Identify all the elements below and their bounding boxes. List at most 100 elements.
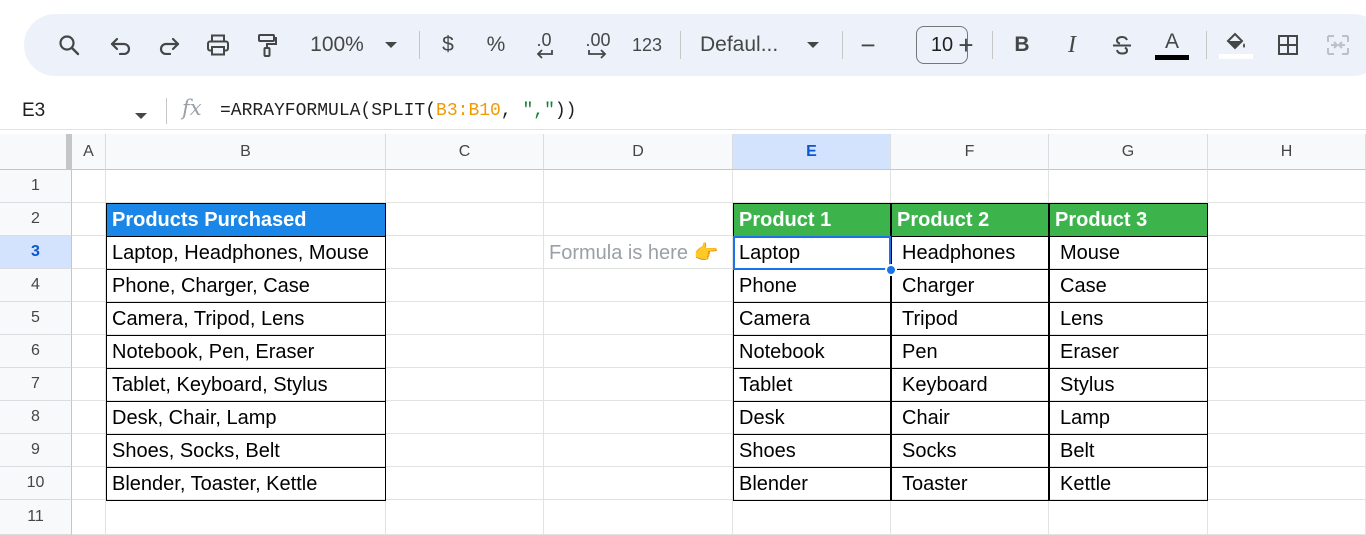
cell-d3-note[interactable]: Formula is here 👉 bbox=[544, 236, 733, 269]
grid-cell-a7[interactable] bbox=[72, 368, 106, 401]
paint-format-icon[interactable] bbox=[250, 14, 284, 76]
grid-cell-d8[interactable] bbox=[544, 401, 733, 434]
grid-cell-c2[interactable] bbox=[386, 203, 544, 236]
name-box[interactable]: E3 bbox=[22, 92, 45, 130]
cell-e9[interactable]: Shoes bbox=[733, 434, 891, 468]
row-header-1[interactable]: 1 bbox=[0, 170, 72, 203]
grid-cell-c1[interactable] bbox=[386, 170, 544, 203]
merge-cells-icon[interactable] bbox=[1322, 14, 1354, 76]
fill-color-icon[interactable] bbox=[1218, 14, 1254, 76]
cell-e5[interactable]: Camera bbox=[733, 302, 891, 336]
cell-g7[interactable]: Stylus bbox=[1049, 368, 1208, 402]
increase-decimal-button[interactable]: .00 bbox=[576, 14, 620, 76]
font-dropdown-icon[interactable] bbox=[802, 14, 824, 76]
grid-cell-a5[interactable] bbox=[72, 302, 106, 335]
name-box-dropdown-icon[interactable] bbox=[134, 107, 148, 125]
cell-f3[interactable]: Headphones bbox=[891, 236, 1049, 270]
cell-f6[interactable]: Pen bbox=[891, 335, 1049, 369]
row-header-8[interactable]: 8 bbox=[0, 401, 72, 434]
grid-cell-a10[interactable] bbox=[72, 467, 106, 500]
cell-e4[interactable]: Phone bbox=[733, 269, 891, 303]
cell-e10[interactable]: Blender bbox=[733, 467, 891, 501]
grid-cell-d11[interactable] bbox=[544, 500, 733, 535]
column-header-g[interactable]: G bbox=[1049, 134, 1208, 170]
grid-cell-f1[interactable] bbox=[891, 170, 1049, 203]
grid-cell-h8[interactable] bbox=[1208, 401, 1366, 434]
cell-g9[interactable]: Belt bbox=[1049, 434, 1208, 468]
grid-cell-d10[interactable] bbox=[544, 467, 733, 500]
row-header-3[interactable]: 3 bbox=[0, 236, 72, 269]
percent-format-button[interactable]: % bbox=[482, 14, 510, 76]
row-header-6[interactable]: 6 bbox=[0, 335, 72, 368]
fill-handle[interactable] bbox=[885, 264, 897, 276]
cell-g6[interactable]: Eraser bbox=[1049, 335, 1208, 369]
grid-cell-h2[interactable] bbox=[1208, 203, 1366, 236]
cell-f10[interactable]: Toaster bbox=[891, 467, 1049, 501]
cell-g5[interactable]: Lens bbox=[1049, 302, 1208, 336]
cell-b2[interactable]: Products Purchased bbox=[106, 203, 386, 237]
cell-f7[interactable]: Keyboard bbox=[891, 368, 1049, 402]
cell-f4[interactable]: Charger bbox=[891, 269, 1049, 303]
select-all-corner[interactable] bbox=[0, 134, 72, 170]
decrease-font-size-button[interactable]: − bbox=[854, 14, 882, 76]
cell-f2[interactable]: Product 2 bbox=[891, 203, 1049, 237]
grid-cell-a8[interactable] bbox=[72, 401, 106, 434]
grid-cell-d1[interactable] bbox=[544, 170, 733, 203]
borders-icon[interactable] bbox=[1272, 14, 1304, 76]
grid-cell-c3[interactable] bbox=[386, 236, 544, 269]
grid-cell-g11[interactable] bbox=[1049, 500, 1208, 535]
undo-icon[interactable] bbox=[104, 14, 138, 76]
italic-button[interactable]: I bbox=[1058, 14, 1086, 76]
grid-cell-a1[interactable] bbox=[72, 170, 106, 203]
column-header-a[interactable]: A bbox=[72, 134, 106, 170]
text-color-button[interactable]: A bbox=[1154, 14, 1190, 76]
grid-cell-d6[interactable] bbox=[544, 335, 733, 368]
grid-cell-c9[interactable] bbox=[386, 434, 544, 467]
grid-cell-b1[interactable] bbox=[106, 170, 386, 203]
grid-cell-h7[interactable] bbox=[1208, 368, 1366, 401]
grid-cell-a9[interactable] bbox=[72, 434, 106, 467]
row-header-9[interactable]: 9 bbox=[0, 434, 72, 467]
cell-g3[interactable]: Mouse bbox=[1049, 236, 1208, 270]
column-header-h[interactable]: H bbox=[1208, 134, 1366, 170]
bold-button[interactable]: B bbox=[1008, 14, 1036, 76]
grid-cell-h1[interactable] bbox=[1208, 170, 1366, 203]
cell-f5[interactable]: Tripod bbox=[891, 302, 1049, 336]
grid-cell-h5[interactable] bbox=[1208, 302, 1366, 335]
cell-f8[interactable]: Chair bbox=[891, 401, 1049, 435]
row-header-2[interactable]: 2 bbox=[0, 203, 72, 236]
grid-cell-b11[interactable] bbox=[106, 500, 386, 535]
grid-cell-c11[interactable] bbox=[386, 500, 544, 535]
increase-font-size-button[interactable]: + bbox=[952, 14, 980, 76]
column-header-c[interactable]: C bbox=[386, 134, 544, 170]
row-header-11[interactable]: 11 bbox=[0, 500, 72, 535]
grid-cell-e11[interactable] bbox=[733, 500, 891, 535]
cell-g10[interactable]: Kettle bbox=[1049, 467, 1208, 501]
cell-b10[interactable]: Blender, Toaster, Kettle bbox=[106, 467, 386, 501]
grid-cell-c6[interactable] bbox=[386, 335, 544, 368]
cell-b4[interactable]: Phone, Charger, Case bbox=[106, 269, 386, 303]
grid-cell-h10[interactable] bbox=[1208, 467, 1366, 500]
currency-format-button[interactable]: $ bbox=[434, 14, 462, 76]
formula-input[interactable]: =ARRAYFORMULA(SPLIT(B3:B10, ",")) bbox=[220, 92, 576, 130]
grid-cell-h9[interactable] bbox=[1208, 434, 1366, 467]
zoom-dropdown-icon[interactable] bbox=[380, 14, 402, 76]
grid-cell-g1[interactable] bbox=[1049, 170, 1208, 203]
grid-cell-d5[interactable] bbox=[544, 302, 733, 335]
column-header-d[interactable]: D bbox=[544, 134, 733, 170]
grid-cell-h4[interactable] bbox=[1208, 269, 1366, 302]
grid-cell-f11[interactable] bbox=[891, 500, 1049, 535]
column-header-f[interactable]: F bbox=[891, 134, 1049, 170]
cell-b3[interactable]: Laptop, Headphones, Mouse bbox=[106, 236, 386, 270]
grid-cell-h6[interactable] bbox=[1208, 335, 1366, 368]
grid-cell-h11[interactable] bbox=[1208, 500, 1366, 535]
cell-b6[interactable]: Notebook, Pen, Eraser bbox=[106, 335, 386, 369]
column-header-e[interactable]: E bbox=[733, 134, 891, 170]
cell-e7[interactable]: Tablet bbox=[733, 368, 891, 402]
search-menus-icon[interactable] bbox=[52, 14, 86, 76]
grid-cell-d7[interactable] bbox=[544, 368, 733, 401]
cell-f9[interactable]: Socks bbox=[891, 434, 1049, 468]
grid-cell-a4[interactable] bbox=[72, 269, 106, 302]
column-header-b[interactable]: B bbox=[106, 134, 386, 170]
row-header-5[interactable]: 5 bbox=[0, 302, 72, 335]
